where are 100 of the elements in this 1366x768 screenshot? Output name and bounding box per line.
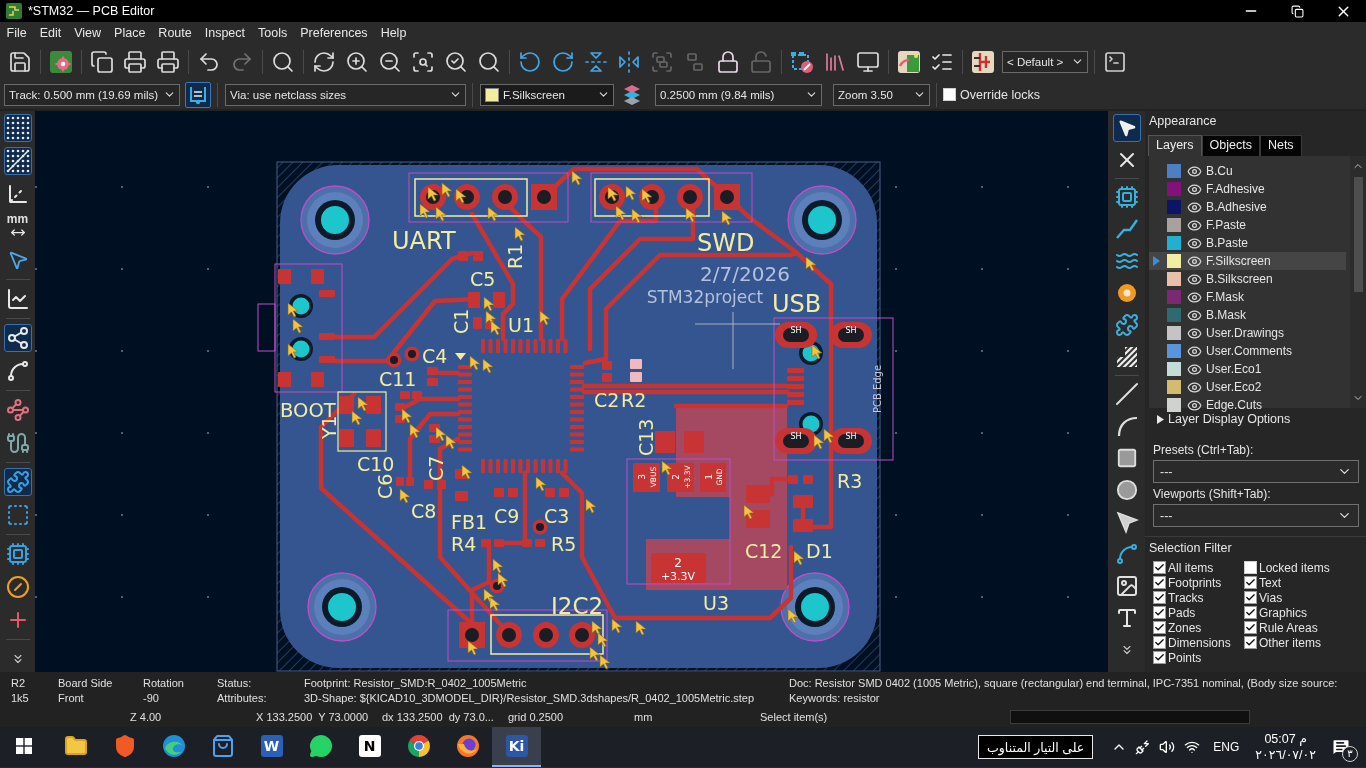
via-size-dropdown[interactable]: Via: use netclass sizes xyxy=(225,83,466,106)
eye-icon[interactable] xyxy=(1187,397,1202,413)
checkbox-label[interactable]: Rule Areas xyxy=(1259,620,1318,635)
checkbox-label[interactable]: Locked items xyxy=(1259,560,1330,575)
grid-dots-icon[interactable] xyxy=(3,114,32,142)
eye-icon[interactable] xyxy=(1187,343,1202,359)
layer-row[interactable]: User.Eco1 xyxy=(1149,360,1346,378)
track-width-dropdown[interactable]: Track: 0.500 mm (19.69 mils) xyxy=(4,83,180,106)
checkbox[interactable] xyxy=(1153,606,1166,619)
layer-row[interactable]: B.Paste xyxy=(1149,234,1346,252)
eye-icon[interactable] xyxy=(1187,199,1202,215)
viewport-dropdown[interactable]: < Default > xyxy=(1002,50,1088,73)
eye-icon[interactable] xyxy=(1187,361,1202,377)
layer-name: Edge.Cuts xyxy=(1206,398,1263,412)
panel-tab[interactable]: Layers xyxy=(1148,135,1202,156)
checkbox[interactable] xyxy=(1244,636,1257,649)
menu-item[interactable]: Route xyxy=(151,22,199,43)
taskbar-button[interactable]: N xyxy=(345,727,394,767)
checkbox[interactable] xyxy=(1153,576,1166,589)
menu-item[interactable]: View xyxy=(67,22,108,43)
menu-item[interactable]: Preferences xyxy=(293,22,375,43)
status-text: Front xyxy=(58,691,84,706)
panel-tab[interactable]: Nets xyxy=(1259,135,1302,156)
checkbox[interactable] xyxy=(1244,621,1257,634)
network-icon[interactable] xyxy=(3,324,32,352)
layer-row[interactable]: F.Mask xyxy=(1149,288,1346,306)
menu-item[interactable]: Help xyxy=(374,22,413,43)
checkbox-label[interactable]: Dimensions xyxy=(1168,635,1231,650)
eye-icon[interactable] xyxy=(1187,271,1202,287)
menu-item[interactable]: File xyxy=(0,22,34,43)
layer-row[interactable]: B.Adhesive xyxy=(1149,198,1346,216)
grid-size-dropdown[interactable]: 0.2500 mm (9.84 mils) xyxy=(655,83,822,106)
checkbox[interactable] xyxy=(1153,651,1166,664)
checkbox[interactable] xyxy=(1244,606,1257,619)
clock-date[interactable]: ٢٠٢٦/٠٧/٠٢ xyxy=(1255,747,1316,763)
checkbox-label[interactable]: Graphics xyxy=(1259,605,1308,620)
checkbox[interactable] xyxy=(1153,636,1166,649)
layer-row[interactable]: User.Eco2 xyxy=(1149,378,1346,396)
checkbox[interactable] xyxy=(1244,561,1257,574)
checkbox-label[interactable]: Override locks xyxy=(960,87,1040,102)
eye-icon[interactable] xyxy=(1187,325,1202,341)
eye-icon[interactable] xyxy=(1187,289,1202,305)
auto-width-button[interactable] xyxy=(185,81,211,108)
layer-row[interactable]: F.Silkscreen xyxy=(1149,252,1346,270)
checkbox[interactable] xyxy=(943,88,956,101)
language-indicator[interactable]: ENG xyxy=(1213,740,1240,754)
checkbox-label[interactable]: Text xyxy=(1259,575,1281,590)
checkbox-label[interactable]: Other items xyxy=(1259,635,1321,650)
status-text: mm xyxy=(634,711,654,723)
puzzle-icon[interactable] xyxy=(3,468,32,496)
presets-dropdown[interactable]: --- xyxy=(1153,460,1359,483)
menu-item[interactable]: Tools xyxy=(251,22,294,43)
layer-row[interactable]: F.Adhesive xyxy=(1149,180,1346,198)
panel-tab[interactable]: Objects xyxy=(1201,135,1260,156)
notification-icon[interactable] xyxy=(1331,737,1351,757)
silkscreen-label: C2 xyxy=(594,389,620,411)
layer-row[interactable]: Edge.Cuts xyxy=(1149,396,1346,414)
eye-icon[interactable] xyxy=(1187,217,1202,233)
units-button[interactable]: mm xyxy=(3,213,32,241)
grid-slash-icon[interactable] xyxy=(3,147,32,175)
pointer-icon[interactable] xyxy=(1112,114,1141,142)
layer-name: B.Silkscreen xyxy=(1206,272,1273,286)
zoom-dropdown[interactable]: Zoom 3.50 xyxy=(833,83,930,106)
eye-icon[interactable] xyxy=(1187,181,1202,197)
checkbox-label[interactable]: Tracks xyxy=(1168,590,1204,605)
silkscreen-label: C12 xyxy=(745,540,783,562)
eye-icon[interactable] xyxy=(1187,253,1202,269)
checkbox-label[interactable]: Zones xyxy=(1168,620,1202,635)
layer-row[interactable]: B.Silkscreen xyxy=(1149,270,1346,288)
checkbox-label[interactable]: Pads xyxy=(1168,605,1196,620)
checkbox-label[interactable]: Vias xyxy=(1259,590,1283,605)
checkbox-label[interactable]: All items xyxy=(1168,560,1214,575)
checkbox[interactable] xyxy=(1153,561,1166,574)
eye-icon[interactable] xyxy=(1187,163,1202,179)
layer-row[interactable]: B.Mask xyxy=(1149,306,1346,324)
eye-icon[interactable] xyxy=(1187,235,1202,251)
layer-row[interactable]: B.Cu xyxy=(1149,162,1346,180)
menu-item[interactable]: Inspect xyxy=(198,22,252,43)
checkbox[interactable] xyxy=(1153,621,1166,634)
clock-time[interactable]: 05:07 م xyxy=(1264,731,1307,747)
layer-row[interactable]: F.Paste xyxy=(1149,216,1346,234)
taskbar-button[interactable]: W xyxy=(247,727,296,767)
layer-row[interactable]: User.Drawings xyxy=(1149,324,1346,342)
layer-dropdown[interactable]: F.Silkscreen xyxy=(480,83,614,106)
checkbox[interactable] xyxy=(1244,591,1257,604)
eye-icon[interactable] xyxy=(1187,379,1202,395)
checkbox-label[interactable]: Footprints xyxy=(1168,575,1222,590)
taskbar-button[interactable]: Ki xyxy=(492,727,541,767)
viewports-dropdown[interactable]: --- xyxy=(1153,504,1359,527)
menu-item[interactable]: Place xyxy=(107,22,152,43)
check-icon xyxy=(1154,607,1165,618)
arrow-marker-icon xyxy=(461,464,473,480)
scrollbar-thumb[interactable] xyxy=(1353,177,1363,292)
checkbox[interactable] xyxy=(1244,576,1257,589)
eye-icon[interactable] xyxy=(1187,307,1202,323)
layer-row[interactable]: User.Comments xyxy=(1149,342,1346,360)
checkbox[interactable] xyxy=(1153,591,1166,604)
menu-item[interactable]: Edit xyxy=(33,22,68,43)
checkbox-label[interactable]: Points xyxy=(1168,650,1202,665)
layer-stack-icon[interactable] xyxy=(622,82,642,107)
